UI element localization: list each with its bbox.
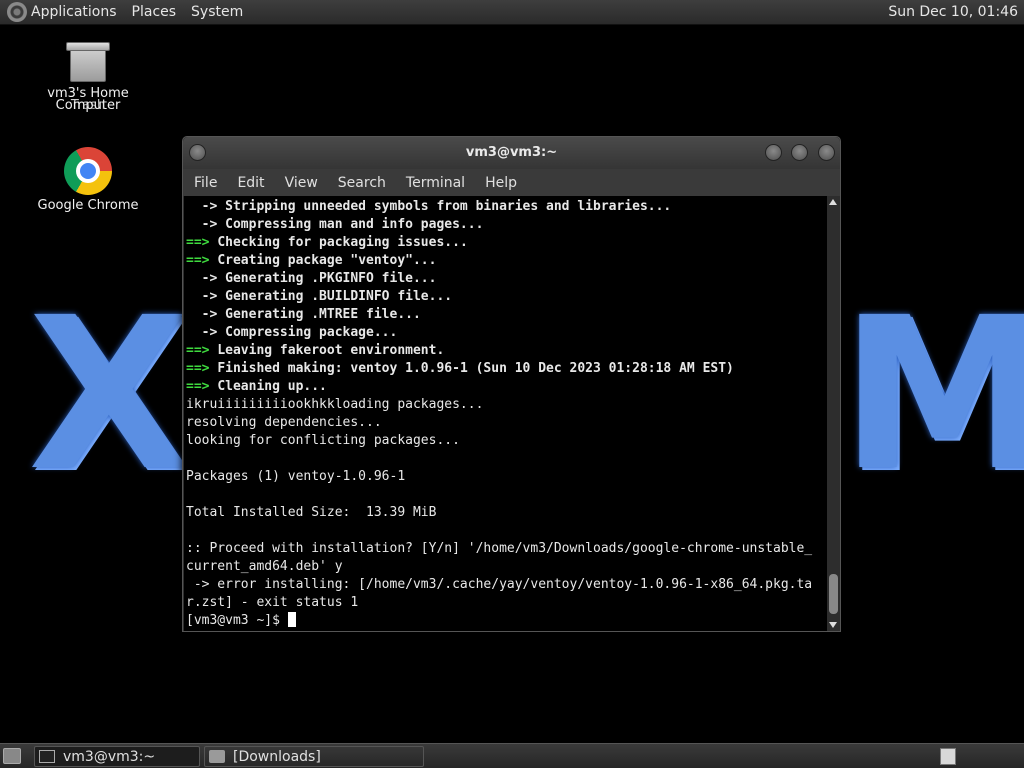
terminal-line: resolving dependencies... — [186, 415, 382, 430]
line-text: -> Compressing man and info pages... — [186, 217, 484, 232]
line-text: Cleaning up... — [217, 379, 327, 394]
terminal-icon — [39, 750, 55, 763]
wallpaper-letter-m: M — [840, 272, 1024, 517]
trash-icon[interactable] — [64, 40, 112, 84]
terminal-titlebar[interactable]: vm3@vm3:~ — [183, 137, 840, 169]
line-text: Leaving fakeroot environment. — [217, 343, 445, 358]
terminal-title: vm3@vm3:~ — [465, 145, 558, 160]
show-desktop-icon[interactable] — [3, 748, 21, 764]
terminal-line: ==> Finished making: ventoy 1.0.96-1 (Su… — [186, 360, 827, 378]
taskbar-item-terminal[interactable]: vm3@vm3:~ — [34, 746, 200, 767]
terminal-line: looking for conflicting packages... — [186, 433, 460, 448]
terminal-prompt[interactable]: [vm3@vm3 ~]$ — [186, 612, 827, 630]
task-label: [Downloads] — [233, 748, 321, 765]
menu-help[interactable]: Help — [485, 175, 517, 191]
terminal-line: Packages (1) ventoy-1.0.96-1 — [186, 469, 406, 484]
top-panel: Applications Places System Sun Dec 10, 0… — [0, 0, 1024, 25]
taskbar-item-downloads[interactable]: [Downloads] — [204, 746, 424, 767]
terminal-line: -> Compressing package... — [186, 324, 827, 342]
chrome-icon[interactable] — [64, 147, 112, 195]
line-text: Creating package "ventoy"... — [217, 253, 437, 268]
minimize-icon[interactable] — [765, 144, 782, 161]
terminal-line: -> Compressing man and info pages... — [186, 216, 827, 234]
terminal-scrollbar[interactable] — [827, 196, 840, 631]
scroll-down-icon[interactable] — [829, 622, 837, 628]
menu-file[interactable]: File — [194, 175, 217, 191]
terminal-line: -> error installing: [/home/vm3/.cache/y… — [186, 577, 813, 592]
line-text: -> Compressing package... — [186, 325, 398, 340]
terminal-line: ==> Checking for packaging issues... — [186, 234, 827, 252]
menu-terminal[interactable]: Terminal — [406, 175, 465, 191]
folder-icon — [209, 750, 225, 763]
line-prefix: ==> — [186, 253, 218, 268]
menu-search[interactable]: Search — [338, 175, 386, 191]
terminal-line: current_amd64.deb' y — [186, 559, 343, 574]
bottom-panel: vm3@vm3:~ [Downloads] — [0, 743, 1024, 768]
wallpaper-letter-x: X — [28, 272, 190, 517]
chrome-core — [80, 163, 96, 179]
line-prefix: ==> — [186, 235, 218, 250]
applications-menu[interactable]: Applications — [31, 4, 117, 20]
computer-label: Computer — [55, 98, 121, 113]
line-prefix: ==> — [186, 343, 218, 358]
menu-view[interactable]: View — [285, 175, 318, 191]
terminal-line: ==> Leaving fakeroot environment. — [186, 342, 827, 360]
desktop-icon-computer-label[interactable]: Computer — [33, 98, 143, 113]
menu-logo-icon[interactable] — [7, 2, 27, 22]
clock[interactable]: Sun Dec 10, 01:46 — [888, 4, 1018, 20]
prompt-text: [vm3@vm3 ~]$ — [186, 613, 288, 628]
maximize-icon[interactable] — [791, 144, 808, 161]
trash-lid — [66, 42, 110, 51]
places-menu[interactable]: Places — [132, 4, 177, 20]
terminal-line: Total Installed Size: 13.39 MiB — [186, 505, 437, 520]
line-text: Finished making: ventoy 1.0.96-1 (Sun 10… — [217, 361, 734, 376]
chrome-label: Google Chrome — [37, 198, 139, 213]
line-prefix: ==> — [186, 379, 218, 394]
close-icon[interactable] — [818, 144, 835, 161]
terminal-line: ==> Cleaning up... — [186, 378, 827, 396]
scroll-thumb[interactable] — [829, 574, 838, 614]
terminal-line: :: Proceed with installation? [Y/n] '/ho… — [186, 541, 813, 556]
terminal-line: ==> Creating package "ventoy"... — [186, 252, 827, 270]
terminal-window[interactable]: vm3@vm3:~ File Edit View Search Terminal… — [182, 136, 841, 632]
terminal-line: -> Generating .MTREE file... — [186, 306, 827, 324]
terminal-line: -> Stripping unneeded symbols from binar… — [186, 198, 827, 216]
line-text: -> Generating .MTREE file... — [186, 307, 421, 322]
line-text: -> Generating .BUILDINFO file... — [186, 289, 453, 304]
terminal-line: -> Generating .PKGINFO file... — [186, 270, 827, 288]
terminal-line: ikruiiiiiiiiiookhkkloading packages... — [186, 397, 484, 412]
cursor-icon — [287, 612, 296, 627]
line-text: -> Stripping unneeded symbols from binar… — [186, 199, 672, 214]
menu-edit[interactable]: Edit — [237, 175, 264, 191]
line-text: Checking for packaging issues... — [217, 235, 468, 250]
line-prefix: ==> — [186, 361, 218, 376]
scroll-up-icon[interactable] — [829, 199, 837, 205]
terminal-line: -> Generating .BUILDINFO file... — [186, 288, 827, 306]
terminal-output[interactable]: -> Stripping unneeded symbols from binar… — [184, 196, 827, 631]
task-label: vm3@vm3:~ — [63, 748, 156, 765]
terminal-line: r.zst] - exit status 1 — [186, 595, 359, 610]
workspace-switcher[interactable] — [940, 748, 956, 765]
system-menu[interactable]: System — [191, 4, 243, 20]
desktop-icon-chrome-label[interactable]: Google Chrome — [33, 198, 143, 213]
terminal-menubar: File Edit View Search Terminal Help — [183, 169, 840, 196]
line-text: -> Generating .PKGINFO file... — [186, 271, 437, 286]
trash-body — [70, 48, 106, 82]
